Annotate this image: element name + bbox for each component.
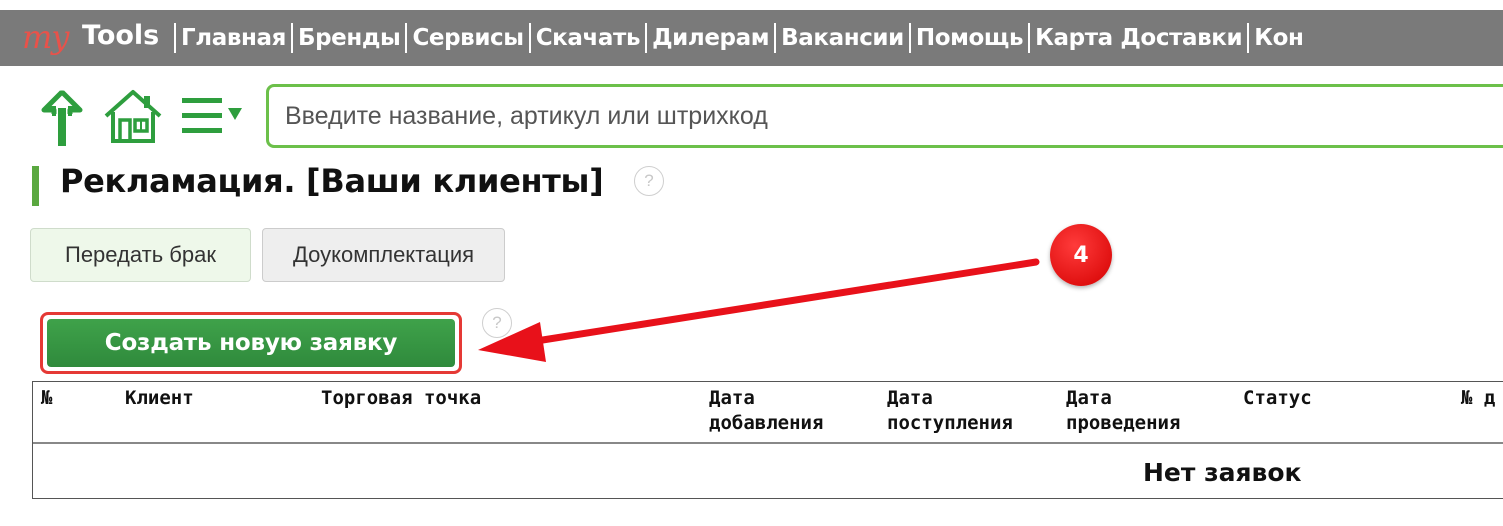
- logo-my-text: my: [22, 18, 69, 56]
- page-title: Рекламация. [Ваши клиенты]: [60, 162, 604, 200]
- column-header-doc-number[interactable]: № д: [1461, 386, 1495, 411]
- title-help-icon[interactable]: ?: [634, 166, 664, 196]
- create-new-request-button[interactable]: Создать новую заявку: [47, 319, 455, 367]
- nav-link-dealers[interactable]: Дилерам: [645, 23, 774, 53]
- nav-link-services[interactable]: Сервисы: [405, 23, 528, 53]
- column-header-date-added[interactable]: Дата добавления: [709, 386, 823, 436]
- nav-link-help[interactable]: Помощь: [908, 23, 1028, 53]
- column-header-date-processed[interactable]: Дата проведения: [1066, 386, 1180, 436]
- nav-link-delivery-map[interactable]: Карта Доставки: [1028, 23, 1247, 53]
- nav-link-brands[interactable]: Бренды: [290, 23, 405, 53]
- nav-link-home[interactable]: Главная: [174, 23, 291, 53]
- home-icon[interactable]: [102, 88, 164, 144]
- top-navigation: my Tools Главная Бренды Сервисы Скачать …: [0, 10, 1503, 66]
- step-badge: 4: [1050, 224, 1112, 286]
- table-header: № Клиент Торговая точка Дата добавления …: [33, 382, 1503, 444]
- column-header-status[interactable]: Статус: [1243, 386, 1312, 411]
- empty-table-message: Нет заявок: [1143, 458, 1302, 487]
- logo-tools-text: Tools: [82, 20, 160, 51]
- nav-link-download[interactable]: Скачать: [528, 23, 645, 53]
- menu-dropdown-icon[interactable]: [180, 94, 246, 138]
- column-header-client[interactable]: Клиент: [125, 386, 194, 411]
- requests-table: № Клиент Торговая точка Дата добавления …: [32, 381, 1503, 499]
- nav-links: Главная Бренды Сервисы Скачать Дилерам В…: [174, 22, 1309, 54]
- nav-link-vacancies[interactable]: Вакансии: [774, 23, 909, 53]
- column-header-date-received[interactable]: Дата поступления: [887, 386, 1013, 436]
- column-header-number[interactable]: №: [41, 386, 52, 411]
- up-arrow-tree-icon[interactable]: [38, 86, 86, 148]
- nav-link-contacts[interactable]: Кон: [1247, 23, 1308, 53]
- completion-button[interactable]: Доукомплектация: [262, 228, 505, 282]
- transfer-defect-button[interactable]: Передать брак: [30, 228, 251, 282]
- create-help-icon[interactable]: ?: [482, 308, 512, 338]
- title-accent-bar: [32, 166, 39, 206]
- search-input[interactable]: [266, 84, 1503, 148]
- column-header-outlet[interactable]: Торговая точка: [321, 386, 481, 411]
- create-button-highlight: Создать новую заявку: [40, 312, 462, 374]
